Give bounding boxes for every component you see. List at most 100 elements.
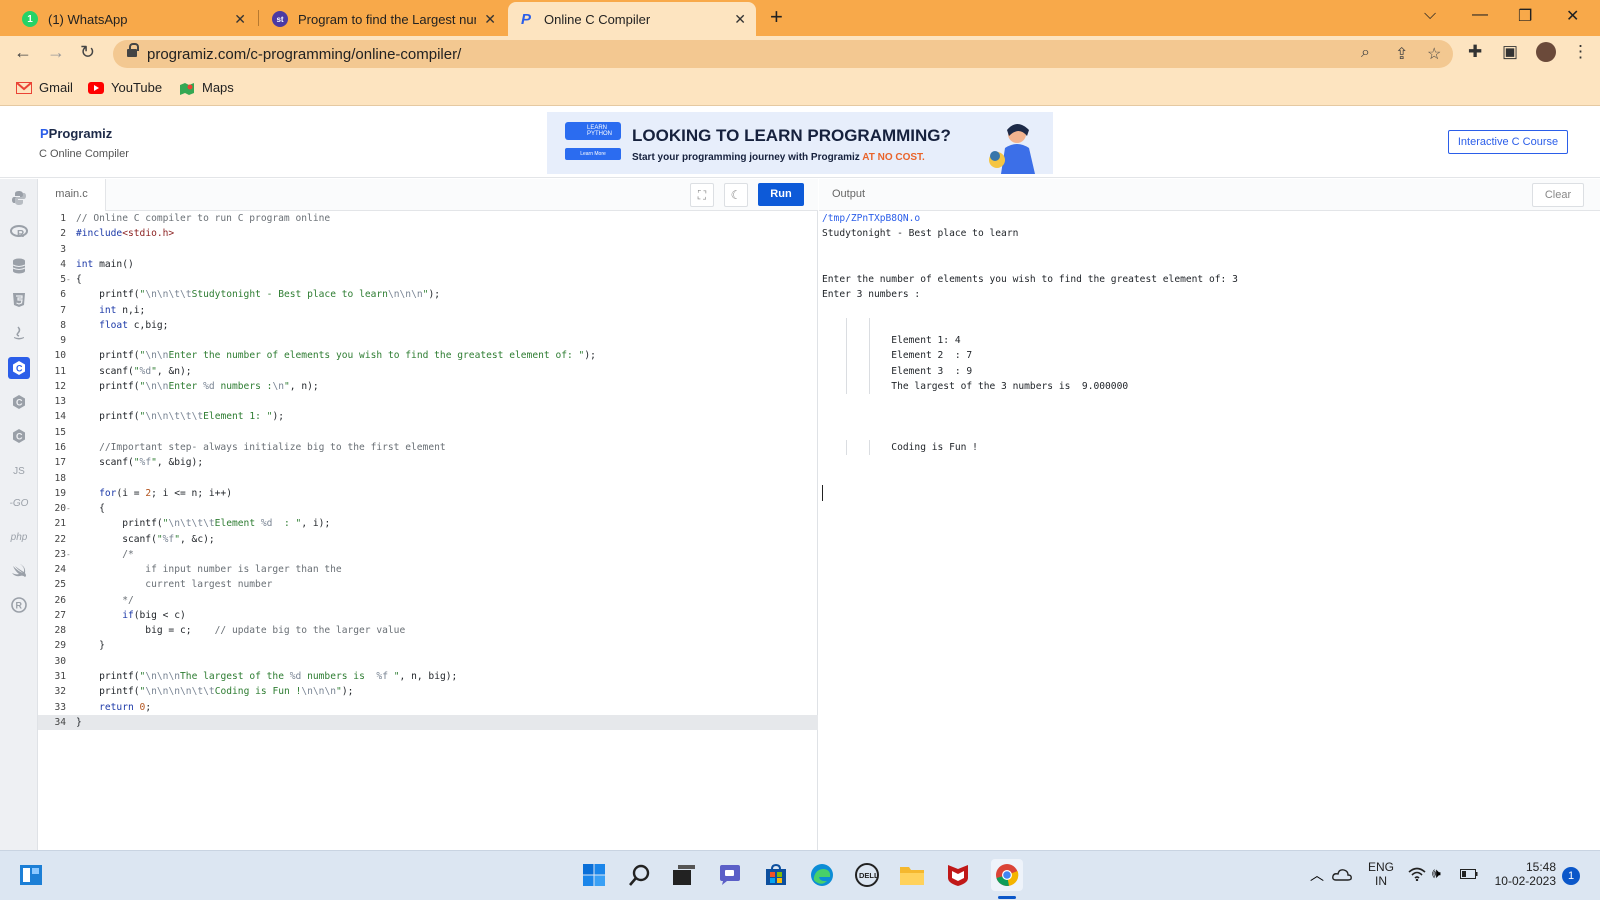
output-console[interactable]: /tmp/ZPnTXpB8QN.o Studytonight - Best pla… bbox=[822, 211, 1592, 456]
programiz-logo[interactable]: PProgramiz bbox=[40, 126, 112, 141]
code-line[interactable]: 33 return 0; bbox=[38, 700, 818, 715]
notification-badge[interactable]: 1 bbox=[1562, 867, 1580, 885]
cpp-icon[interactable]: C bbox=[8, 391, 30, 413]
code-line[interactable]: 27 if(big < c) bbox=[38, 608, 818, 623]
edge-browser-icon[interactable] bbox=[808, 861, 836, 889]
new-tab-button[interactable]: + bbox=[770, 4, 783, 30]
clear-button[interactable]: Clear bbox=[1532, 183, 1584, 207]
dell-icon[interactable]: DELL bbox=[853, 861, 881, 889]
interactive-course-button[interactable]: Interactive C Course bbox=[1448, 130, 1568, 154]
close-window-button[interactable]: ✕ bbox=[1566, 6, 1579, 26]
code-line[interactable]: 19 for(i = 2; i <= n; i++) bbox=[38, 486, 818, 501]
fullscreen-icon[interactable]: ⛶ bbox=[690, 183, 714, 207]
sql-database-icon[interactable] bbox=[8, 255, 30, 277]
code-line[interactable]: 11 scanf("%d", &n); bbox=[38, 364, 818, 379]
battery-icon[interactable] bbox=[1460, 869, 1478, 879]
run-button[interactable]: Run bbox=[758, 183, 804, 206]
code-line[interactable]: 29 } bbox=[38, 638, 818, 653]
lock-icon[interactable] bbox=[127, 43, 139, 59]
code-line[interactable]: 12 printf("\n\nEnter %d numbers :\n", n)… bbox=[38, 379, 818, 394]
forward-icon[interactable]: → bbox=[47, 42, 65, 63]
code-line[interactable]: 9 bbox=[38, 333, 818, 348]
mcafee-icon[interactable] bbox=[944, 861, 972, 889]
bookmark-maps[interactable]: Maps bbox=[179, 80, 234, 95]
close-tab-icon[interactable]: ✕ bbox=[734, 11, 746, 28]
volume-icon[interactable]: 🕪 bbox=[1432, 865, 1441, 882]
code-line[interactable]: 4 int main() bbox=[38, 257, 818, 272]
bookmark-star-icon[interactable]: ☆ bbox=[1427, 44, 1441, 64]
fold-toggle-icon[interactable]: - bbox=[66, 272, 74, 287]
code-line[interactable]: 18 bbox=[38, 471, 818, 486]
dark-mode-icon[interactable]: ☾ bbox=[724, 183, 748, 207]
code-line[interactable]: 25 current largest number bbox=[38, 577, 818, 592]
close-tab-icon[interactable]: ✕ bbox=[234, 11, 246, 28]
wifi-icon[interactable] bbox=[1408, 867, 1426, 881]
code-line[interactable]: 13 bbox=[38, 394, 818, 409]
address-bar[interactable]: programiz.com/c-programming/online-compi… bbox=[113, 40, 1453, 68]
restore-button[interactable]: ❐ bbox=[1518, 6, 1532, 26]
python-icon[interactable] bbox=[8, 187, 30, 209]
zoom-icon[interactable]: ⌕ bbox=[1361, 44, 1370, 62]
reload-icon[interactable]: ↻ bbox=[80, 42, 95, 63]
language-indicator[interactable]: ENG IN bbox=[1366, 860, 1396, 888]
onedrive-cloud-icon[interactable] bbox=[1332, 868, 1352, 882]
code-line[interactable]: 16 //Important step- always initialize b… bbox=[38, 440, 818, 455]
fold-toggle-icon[interactable]: - bbox=[66, 501, 74, 516]
code-line[interactable]: 6 printf("\n\n\t\tStudytonight - Best pl… bbox=[38, 287, 818, 302]
close-tab-icon[interactable]: ✕ bbox=[484, 11, 496, 28]
bookmark-gmail[interactable]: Gmail bbox=[16, 80, 73, 95]
back-icon[interactable]: ← bbox=[14, 42, 32, 63]
code-line[interactable]: 15 bbox=[38, 425, 818, 440]
php-icon[interactable]: php bbox=[8, 526, 30, 548]
code-line[interactable]: 2 #include<stdio.h> bbox=[38, 226, 818, 241]
code-line[interactable]: 21 printf("\n\t\t\tElement %d : ", i); bbox=[38, 516, 818, 531]
code-line[interactable]: 3 bbox=[38, 242, 818, 257]
learn-more-button[interactable]: Learn More bbox=[565, 148, 621, 160]
html5-icon[interactable] bbox=[8, 289, 30, 311]
fold-toggle-icon[interactable]: - bbox=[66, 547, 74, 562]
code-line[interactable]: 10 printf("\n\nEnter the number of eleme… bbox=[38, 348, 818, 363]
ad-banner[interactable]: LEARN PYTHON Learn More LOOKING TO LEARN… bbox=[547, 112, 1053, 174]
javascript-icon[interactable]: JS bbox=[8, 460, 30, 482]
code-line[interactable]: 22 scanf("%f", &c); bbox=[38, 532, 818, 547]
file-explorer-icon[interactable] bbox=[898, 861, 926, 889]
code-line[interactable]: 7 int n,i; bbox=[38, 303, 818, 318]
rust-icon[interactable]: R bbox=[8, 594, 30, 616]
start-windows-icon[interactable] bbox=[580, 861, 608, 889]
microsoft-store-icon[interactable] bbox=[762, 861, 790, 889]
code-line[interactable]: 20- { bbox=[38, 501, 818, 516]
show-hidden-icons-chevron-icon[interactable]: ︿ bbox=[1310, 865, 1324, 885]
swift-icon[interactable] bbox=[8, 560, 30, 582]
code-line[interactable]: 34} bbox=[38, 714, 818, 731]
url-text[interactable]: programiz.com/c-programming/online-compi… bbox=[147, 46, 461, 63]
chrome-icon[interactable] bbox=[991, 859, 1023, 891]
code-line[interactable]: 23- /* bbox=[38, 547, 818, 562]
code-line[interactable]: 31 printf("\n\n\nThe largest of the %d n… bbox=[38, 669, 818, 684]
widgets-icon[interactable] bbox=[17, 861, 45, 889]
tab-studytonight[interactable]: st Program to find the Largest num ✕ bbox=[262, 2, 506, 36]
code-area[interactable]: 1 // Online C compiler to run C program o… bbox=[38, 211, 818, 731]
profile-avatar[interactable] bbox=[1536, 42, 1556, 62]
code-line[interactable]: 14 printf("\n\n\t\t\tElement 1: "); bbox=[38, 409, 818, 424]
search-icon[interactable] bbox=[626, 861, 654, 889]
c-language-icon[interactable]: C bbox=[8, 357, 30, 379]
code-line[interactable]: 30 bbox=[38, 654, 818, 669]
minimize-button[interactable]: — bbox=[1472, 6, 1488, 24]
side-panel-icon[interactable]: ▣ bbox=[1502, 42, 1518, 62]
extensions-icon[interactable]: ✚ bbox=[1468, 42, 1482, 62]
java-icon[interactable] bbox=[8, 323, 30, 345]
teams-chat-icon[interactable] bbox=[716, 861, 744, 889]
share-icon[interactable]: ⇪ bbox=[1395, 44, 1408, 64]
code-line[interactable]: 24 if input number is larger than the bbox=[38, 562, 818, 577]
go-icon[interactable]: -GO bbox=[8, 492, 30, 514]
bookmark-youtube[interactable]: YouTube bbox=[88, 80, 162, 95]
code-line[interactable]: 26 */ bbox=[38, 593, 818, 608]
file-tab-main-c[interactable]: main.c bbox=[38, 179, 106, 211]
code-line[interactable]: 8 float c,big; bbox=[38, 318, 818, 333]
code-line[interactable]: 28 big = c; // update big to the larger … bbox=[38, 623, 818, 638]
r-language-icon[interactable]: R bbox=[8, 221, 30, 243]
tab-whatsapp[interactable]: 1 (1) WhatsApp ✕ bbox=[12, 2, 256, 36]
csharp-icon[interactable]: C bbox=[8, 425, 30, 447]
code-line[interactable]: 5-{ bbox=[38, 272, 818, 287]
task-view-icon[interactable] bbox=[670, 861, 698, 889]
